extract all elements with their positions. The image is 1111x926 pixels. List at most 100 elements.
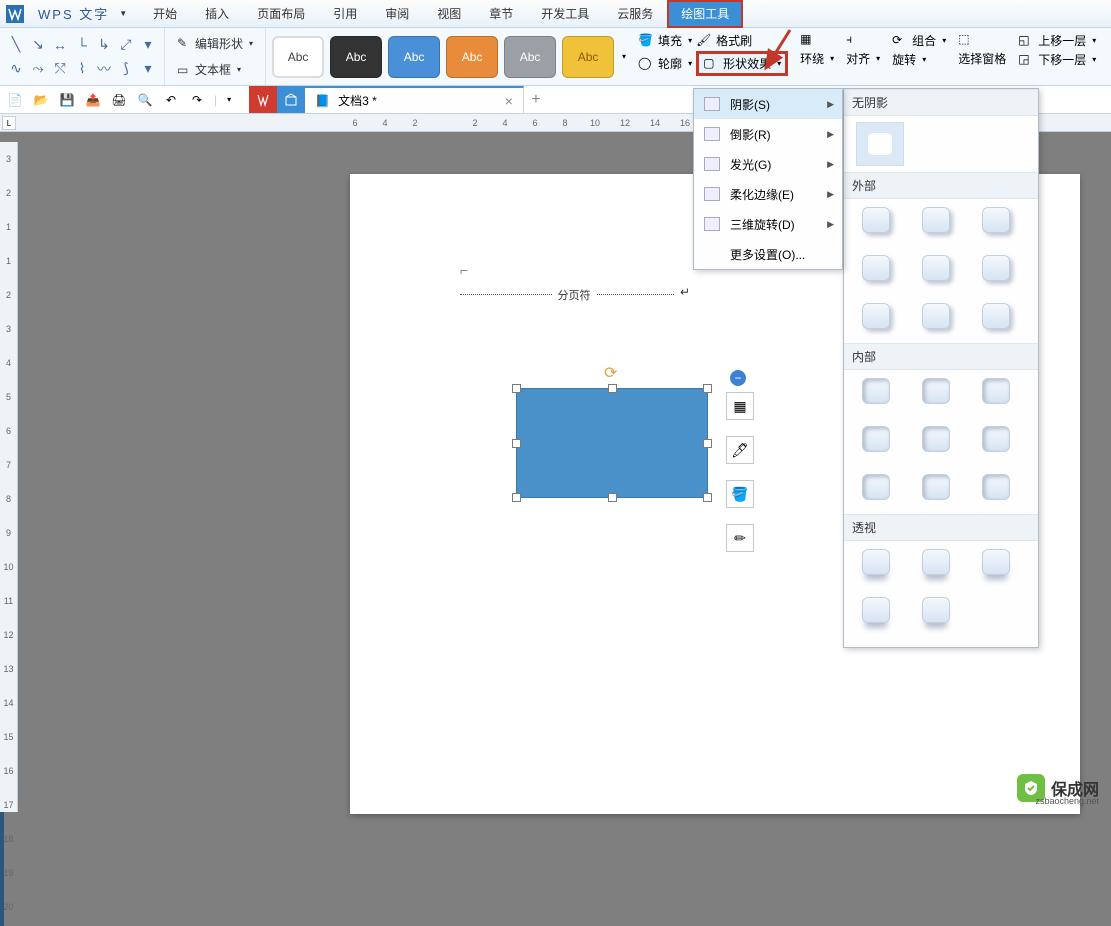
shadow-inner-8[interactable] bbox=[922, 474, 956, 506]
shape-effects-quick-icon[interactable]: ✏ bbox=[726, 524, 754, 552]
fx-soft-edges[interactable]: 柔化边缘(E)▶ bbox=[694, 179, 842, 209]
shadow-inner-7[interactable] bbox=[862, 474, 896, 506]
shadow-outer-6[interactable] bbox=[982, 255, 1016, 287]
style-swatch-5[interactable]: Abc bbox=[504, 36, 556, 78]
shadow-inner-4[interactable] bbox=[862, 426, 896, 458]
shape-fill-quick-icon[interactable]: 🖊 bbox=[726, 436, 754, 464]
print-preview-icon[interactable]: 🔍 bbox=[136, 91, 154, 109]
customize-qat-icon[interactable]: ▾ bbox=[227, 95, 231, 104]
more-lines2-icon[interactable]: ▾ bbox=[138, 58, 158, 80]
shadow-outer-1[interactable] bbox=[862, 207, 896, 239]
shadow-persp-1[interactable] bbox=[862, 549, 896, 581]
group-button[interactable]: 组合 bbox=[912, 32, 936, 49]
resize-handle-sw[interactable] bbox=[512, 493, 521, 502]
shadow-outer-9[interactable] bbox=[982, 303, 1016, 335]
curve-arrow-icon[interactable]: ⤳ bbox=[28, 58, 48, 80]
fx-shadow[interactable]: 阴影(S)▶ bbox=[694, 89, 842, 119]
resize-handle-ne[interactable] bbox=[703, 384, 712, 393]
menu-start[interactable]: 开始 bbox=[139, 0, 191, 28]
curve-icon[interactable]: ⟆ bbox=[116, 58, 136, 80]
align-button[interactable]: 对齐 bbox=[846, 50, 870, 67]
style-swatch-3[interactable]: Abc bbox=[388, 36, 440, 78]
text-box-button[interactable]: ▭文本框▾ bbox=[171, 59, 259, 81]
wps-home-tab[interactable] bbox=[249, 86, 277, 113]
shadow-inner-2[interactable] bbox=[922, 378, 956, 410]
collapse-floater-icon[interactable]: − bbox=[730, 370, 746, 386]
line-tool-icon[interactable]: ╲ bbox=[6, 34, 26, 56]
shadow-none-thumb[interactable] bbox=[856, 122, 904, 166]
vertical-ruler[interactable]: 3211234567891011121314151617181920 bbox=[0, 142, 18, 812]
curve-double-arrow-icon[interactable]: ⤲ bbox=[50, 58, 70, 80]
rotate-handle-icon[interactable]: ⟳ bbox=[604, 363, 617, 383]
elbow-double-arrow-icon[interactable]: ⤢ bbox=[116, 34, 136, 56]
resize-handle-e[interactable] bbox=[703, 439, 712, 448]
redo-icon[interactable]: ↷ bbox=[188, 91, 206, 109]
scribble-icon[interactable]: 〰 bbox=[94, 58, 114, 80]
undo-icon[interactable]: ↶ bbox=[162, 91, 180, 109]
menu-section[interactable]: 章节 bbox=[475, 0, 527, 28]
menu-devtools[interactable]: 开发工具 bbox=[527, 0, 603, 28]
send-backward-button[interactable]: 下移一层 bbox=[1038, 51, 1086, 68]
close-tab-icon[interactable]: × bbox=[505, 93, 513, 109]
shadow-outer-3[interactable] bbox=[982, 207, 1016, 239]
shadow-persp-5[interactable] bbox=[922, 597, 956, 629]
save-icon[interactable]: 💾 bbox=[58, 91, 76, 109]
style-swatch-4[interactable]: Abc bbox=[446, 36, 498, 78]
style-swatch-6[interactable]: Abc bbox=[562, 36, 614, 78]
shadow-inner-9[interactable] bbox=[982, 474, 1016, 506]
resize-handle-nw[interactable] bbox=[512, 384, 521, 393]
shadow-outer-2[interactable] bbox=[922, 207, 956, 239]
elbow-connector-icon[interactable]: └ bbox=[72, 34, 92, 56]
shadow-outer-8[interactable] bbox=[922, 303, 956, 335]
rotate-button[interactable]: 旋转 bbox=[892, 51, 916, 68]
share-tab[interactable] bbox=[277, 86, 305, 113]
curve-connector-icon[interactable]: ∿ bbox=[6, 58, 26, 80]
styles-more-icon[interactable]: ▾ bbox=[622, 52, 626, 61]
arrow-tool-icon[interactable]: ↘ bbox=[28, 34, 48, 56]
elbow-arrow-icon[interactable]: ↳ bbox=[94, 34, 114, 56]
bring-forward-button[interactable]: 上移一层 bbox=[1038, 32, 1086, 49]
menu-insert[interactable]: 插入 bbox=[191, 0, 243, 28]
fill-button[interactable]: 填充 bbox=[658, 32, 682, 49]
shape-outline-quick-icon[interactable]: 🪣 bbox=[726, 480, 754, 508]
selected-rectangle-shape[interactable]: ⟳ bbox=[516, 388, 708, 498]
print-icon[interactable]: 🖨 bbox=[110, 91, 128, 109]
resize-handle-s[interactable] bbox=[608, 493, 617, 502]
shadow-outer-5[interactable] bbox=[922, 255, 956, 287]
shadow-inner-5[interactable] bbox=[922, 426, 956, 458]
fx-reflection[interactable]: 倒影(R)▶ bbox=[694, 119, 842, 149]
format-painter-button[interactable]: 格式刷 bbox=[716, 32, 752, 49]
outline-button[interactable]: 轮廓 bbox=[658, 55, 682, 72]
layout-options-icon[interactable]: ▦ bbox=[726, 392, 754, 420]
edit-shape-button[interactable]: ✎编辑形状▾ bbox=[171, 32, 259, 54]
shadow-inner-6[interactable] bbox=[982, 426, 1016, 458]
open-icon[interactable]: 📂 bbox=[32, 91, 50, 109]
menu-view[interactable]: 视图 bbox=[423, 0, 475, 28]
fx-glow[interactable]: 发光(G)▶ bbox=[694, 149, 842, 179]
shadow-persp-3[interactable] bbox=[982, 549, 1016, 581]
shape-effect-button[interactable]: ▢形状效果▾ bbox=[696, 51, 788, 76]
menu-page-layout[interactable]: 页面布局 bbox=[243, 0, 319, 28]
shadow-inner-3[interactable] bbox=[982, 378, 1016, 410]
menu-drawing-tools[interactable]: 绘图工具 bbox=[667, 0, 743, 28]
shadow-outer-4[interactable] bbox=[862, 255, 896, 287]
document-tab[interactable]: 📘 文档3 * × bbox=[305, 86, 524, 113]
style-swatch-2[interactable]: Abc bbox=[330, 36, 382, 78]
new-doc-icon[interactable]: 📄 bbox=[6, 91, 24, 109]
menu-review[interactable]: 审阅 bbox=[371, 0, 423, 28]
freeform-icon[interactable]: ⌇ bbox=[72, 58, 92, 80]
shadow-outer-7[interactable] bbox=[862, 303, 896, 335]
menu-cloud[interactable]: 云服务 bbox=[603, 0, 667, 28]
selection-pane-button[interactable]: 选择窗格 bbox=[958, 50, 1006, 67]
style-swatch-1[interactable]: Abc bbox=[272, 36, 324, 78]
resize-handle-n[interactable] bbox=[608, 384, 617, 393]
add-tab-button[interactable]: + bbox=[524, 91, 548, 109]
shadow-persp-4[interactable] bbox=[862, 597, 896, 629]
resize-handle-se[interactable] bbox=[703, 493, 712, 502]
app-menu-caret-icon[interactable]: ▼ bbox=[119, 9, 127, 18]
menu-reference[interactable]: 引用 bbox=[319, 0, 371, 28]
fx-3d-rotation[interactable]: 三维旋转(D)▶ bbox=[694, 209, 842, 239]
double-arrow-icon[interactable]: ↔ bbox=[50, 34, 70, 56]
shadow-persp-2[interactable] bbox=[922, 549, 956, 581]
shadow-inner-1[interactable] bbox=[862, 378, 896, 410]
